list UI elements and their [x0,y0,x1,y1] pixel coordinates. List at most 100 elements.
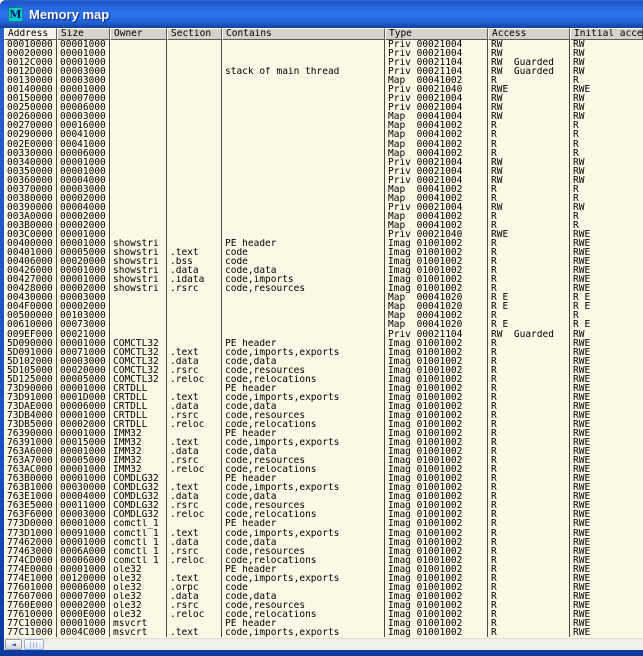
table-row[interactable]: 0002000000001000Priv 00021004RWRW [4,49,643,58]
table-row[interactable]: 5D10200000003000COMCTL32.datacode,dataIm… [4,357,643,366]
table-row[interactable]: 0012D00000003000stack of main threadPriv… [4,67,643,76]
table-row[interactable]: 0013000000003000Map 00041002RR [4,76,643,85]
cell-section: .data [167,447,222,456]
titlebar[interactable]: M Memory map [0,0,643,28]
table-row[interactable]: 763F600000003000COMDLG32.reloccode,reloc… [4,510,643,519]
table-row[interactable]: 77C110000004C000msvcrt.textcode,imports,… [4,628,643,637]
table-row[interactable]: 763AC00000001000IMM32.reloccode,relocati… [4,465,643,474]
cell-initial-access: R [570,76,643,85]
cell-contains [222,85,385,94]
table-row[interactable]: 7760700000007000ole32.datacode,dataImag … [4,592,643,601]
table-row[interactable]: 0035000000001000Priv 00021004RWRW [4,167,643,176]
table-row[interactable]: 774E000000001000ole32PE headerImag 01001… [4,565,643,574]
table-row[interactable]: 5D12500000005000COMCTL32.reloccode,reloc… [4,375,643,384]
table-row[interactable]: 0029000000041000Map 00041002RR [4,130,643,139]
table-row[interactable]: 0037000000003000Map 00041002RR [4,185,643,194]
table-row[interactable]: 73DB400000001000CRTDLL.rsrccode,resource… [4,411,643,420]
column-header-size[interactable]: Size [57,28,110,40]
cell-initial-access: RW [570,103,643,112]
table-row[interactable]: 7746200000001000comctl_1.datacode,dataIm… [4,538,643,547]
cell-initial-access: RWE [570,628,643,637]
cell-address: 774E0000 [4,565,57,574]
table-row[interactable]: 0033000000006000Map 00041002RR [4,149,643,158]
table-row[interactable]: 773D100000091000comctl_1.textcode,import… [4,529,643,538]
table-row[interactable]: 77C1000000001000msvcrtPE headerImag 0100… [4,619,643,628]
column-header-contains[interactable]: Contains [222,28,385,40]
table-row[interactable]: 0040600000020000showstri.bsscodeImag 010… [4,257,643,266]
table-row[interactable]: 7639000000001000IMM32PE headerImag 01001… [4,429,643,438]
table-row[interactable]: 73DB500000002000CRTDLL.reloccode,relocat… [4,420,643,429]
table-row[interactable]: 763A600000001000IMM32.datacode,dataImag … [4,447,643,456]
column-header-initial-access[interactable]: Initial access [570,28,643,40]
table-row[interactable]: 0040100000005000showstri.textcodeImag 01… [4,248,643,257]
table-row[interactable]: 763A700000005000IMM32.rsrccode,resources… [4,456,643,465]
table-row[interactable]: 7760E00000002000ole32.rsrccode,resources… [4,601,643,610]
table-row[interactable]: 73D9000000001000CRTDLLPE headerImag 0100… [4,384,643,393]
column-header-owner[interactable]: Owner [110,28,167,40]
table-row[interactable]: 0001000000001000Priv 00021004RWRW [4,40,643,49]
column-header-type[interactable]: Type [385,28,488,40]
table-row[interactable]: 0042600000001000showstri.datacode,dataIm… [4,266,643,275]
table-row[interactable]: 0043000000003000Map 00041020R ER E [4,293,643,302]
table-row[interactable]: 763B100000030000COMDLG32.textcode,import… [4,483,643,492]
table-row[interactable]: 009EF00000021000Priv 00021104RW GuardedR… [4,330,643,339]
table-row[interactable]: 0040000000001000showstriPE headerImag 01… [4,239,643,248]
cell-access: R [488,366,570,375]
cell-initial-access: RWE [570,565,643,574]
table-row[interactable]: 5D09100000071000COMCTL32.textcode,import… [4,348,643,357]
table-row[interactable]: 5D09000000001000COMCTL32PE headerImag 01… [4,339,643,348]
table-row[interactable]: 0026000000003000Map 00041004RWRW [4,112,643,121]
table-row[interactable]: 0042700000001000showstri.idatacode,impor… [4,275,643,284]
table-row[interactable]: 003A000000002000Map 00041002RR [4,212,643,221]
table-row[interactable]: 0039000000004000Priv 00021004RWRW [4,203,643,212]
table-row[interactable]: 0025000000006000Priv 00021004RWRW [4,103,643,112]
table-row[interactable]: 773D000000001000comctl_1PE headerImag 01… [4,519,643,528]
table-row[interactable]: 0061000000073000Map 00041020R ER E [4,320,643,329]
cell-size: 00001000 [57,447,110,456]
cell-access: R [488,76,570,85]
table-row[interactable]: 0015000000007000Priv 00021004RWRW [4,94,643,103]
table-row[interactable]: 004F000000002000Map 00041020R ER E [4,302,643,311]
scroll-left-button[interactable]: ◄ [5,639,22,650]
scroll-thumb[interactable] [24,639,44,650]
column-header-address[interactable]: Address [4,28,57,40]
table-row[interactable]: 5D10500000020000COMCTL32.rsrccode,resour… [4,366,643,375]
cell-section [167,40,222,49]
table-row[interactable]: 0036000000004000Priv 00021004RWRW [4,176,643,185]
table-row[interactable]: 002E000000041000Map 00041002RR [4,140,643,149]
cell-initial-access: R [570,130,643,139]
table-row[interactable]: 0027000000016000Map 00041002RR [4,121,643,130]
cell-initial-access: RWE [570,492,643,501]
table-row[interactable]: 774630000006A000comctl_1.rsrccode,resour… [4,547,643,556]
table-row[interactable]: 776100000000E000ole32.reloccode,relocati… [4,610,643,619]
column-header-section[interactable]: Section [167,28,222,40]
cell-access: R [488,592,570,601]
horizontal-scrollbar[interactable]: ◄ [4,638,643,650]
table-row[interactable]: 763B000000001000COMDLG32PE headerImag 01… [4,474,643,483]
table-row[interactable]: 73D910000001D000CRTDLL.textcode,imports,… [4,393,643,402]
cell-access: RW [488,176,570,185]
column-header-access[interactable]: Access [488,28,570,40]
table-row[interactable]: 003B000000002000Map 00041002RR [4,221,643,230]
table-row[interactable]: 0034000000001000Priv 00021004RWRW [4,158,643,167]
table-row[interactable]: 763E500000011000COMDLG32.rsrccode,resour… [4,501,643,510]
table-row[interactable]: 0042800000002000showstri.rsrccode,resour… [4,284,643,293]
cell-initial-access: RW [570,158,643,167]
table-row[interactable]: 73DAE00000006000CRTDLL.datacode,dataImag… [4,402,643,411]
cell-access: R [488,239,570,248]
cell-address: 003A0000 [4,212,57,221]
table-row[interactable]: 774CD00000006000comctl_1.reloccode,reloc… [4,556,643,565]
table-row[interactable]: 0050000000103000Map 00041002RR [4,311,643,320]
table-row[interactable]: 7760100000006000ole32.orpccodeImag 01001… [4,583,643,592]
table-row[interactable]: 0014000000001000Priv 00021040RWERWE [4,85,643,94]
cell-type: Map 00041002 [385,121,488,130]
cell-size: 00001000 [57,519,110,528]
cell-section: .data [167,357,222,366]
table-row[interactable]: 0038000000002000Map 00041002RR [4,194,643,203]
table-row[interactable]: 774E100000120000ole32.textcode,imports,e… [4,574,643,583]
table-row[interactable]: 0012C00000001000Priv 00021104RW GuardedR… [4,58,643,67]
table-row[interactable]: 763E100000004000COMDLG32.datacode,dataIm… [4,492,643,501]
table-row[interactable]: 7639100000015000IMM32.textcode,imports,e… [4,438,643,447]
table-row[interactable]: 003C000000001000Priv 00021040RWERWE [4,230,643,239]
cell-access: R [488,275,570,284]
